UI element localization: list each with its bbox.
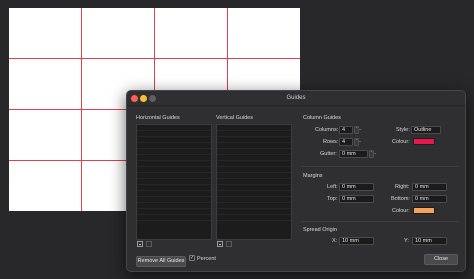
columns-input[interactable]: 4 — [339, 126, 353, 134]
dialog-title: Guides — [286, 95, 306, 101]
close-button[interactable]: Close — [424, 254, 458, 265]
gutter-stepper[interactable]: ⌃⌄ — [369, 150, 377, 158]
bottom-margin-label: Bottom: — [391, 196, 410, 202]
origin-y-input[interactable]: 10 mm — [412, 237, 447, 245]
remove-all-guides-button[interactable]: Remove All Guides — [136, 256, 186, 267]
rows-input[interactable]: 4 — [339, 138, 353, 146]
separator — [301, 166, 459, 167]
top-margin-input[interactable]: 0 mm — [339, 195, 374, 203]
bottom-margin-input[interactable]: 0 mm — [412, 195, 447, 203]
vertical-guides-list[interactable] — [216, 124, 292, 240]
origin-x-input[interactable]: 10 mm — [339, 237, 374, 245]
horizontal-guides-label: Horizontal Guides — [136, 115, 180, 121]
columns-label: Columns: — [315, 127, 339, 133]
add-horizontal-guide-icon[interactable] — [137, 241, 143, 247]
left-margin-input[interactable]: 0 mm — [339, 183, 374, 191]
origin-x-label: X: — [332, 238, 338, 244]
gutter-input[interactable]: 0 mm — [339, 150, 368, 158]
percent-checkbox[interactable]: ✓ — [189, 255, 195, 261]
delete-horizontal-guide-icon[interactable] — [146, 241, 152, 247]
right-margin-input[interactable]: 0 mm — [412, 183, 447, 191]
dialog-titlebar: Guides — [127, 91, 465, 106]
separator — [301, 221, 459, 222]
margin-colour-label: Colour: — [392, 208, 410, 214]
delete-vertical-guide-icon[interactable] — [226, 241, 232, 247]
left-margin-label: Left: — [327, 184, 338, 190]
right-margin-label: Right: — [395, 184, 410, 190]
gutter-label: Gutter: — [320, 151, 337, 157]
percent-label: Percent — [197, 256, 216, 262]
margins-heading: Margins — [303, 173, 323, 179]
column-guides-heading: Column Guides — [303, 115, 341, 121]
style-select[interactable]: Outline — [411, 126, 441, 134]
vertical-guides-label: Vertical Guides — [216, 115, 253, 121]
add-vertical-guide-icon[interactable] — [217, 241, 223, 247]
spread-origin-heading: Spread Origin — [303, 227, 337, 233]
horizontal-guide-line — [9, 58, 300, 59]
rows-stepper[interactable]: ⌃⌄ — [354, 138, 362, 146]
column-colour-swatch[interactable] — [413, 138, 435, 145]
horizontal-guides-list[interactable] — [136, 124, 212, 240]
column-colour-label: Colour: — [392, 139, 410, 145]
guides-dialog: Guides Horizontal Guides Vertical Guides… — [126, 90, 466, 272]
margin-colour-swatch[interactable] — [413, 207, 435, 214]
origin-y-label: Y: — [404, 238, 409, 244]
columns-stepper[interactable]: ⌃⌄ — [354, 126, 362, 134]
style-label: Style: — [396, 127, 410, 133]
rows-label: Rows: — [323, 139, 339, 145]
top-margin-label: Top: — [327, 196, 338, 202]
